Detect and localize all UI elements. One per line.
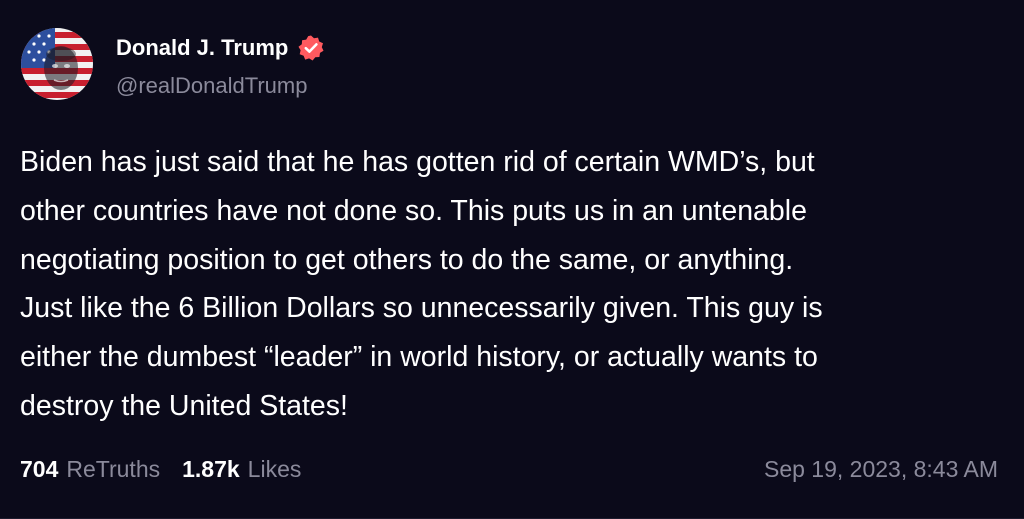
post-line: either the dumbest “leader” in world his… (20, 341, 818, 374)
post-timestamp[interactable]: Sep 19, 2023, 8:43 AM (764, 456, 998, 483)
post-line: Biden has just said that he has gotten r… (20, 146, 815, 178)
likes-label: Likes (247, 455, 302, 482)
author-handle[interactable]: @realDonaldTrump (116, 73, 307, 99)
post-body: Biden has just said that he has gotten r… (20, 138, 1010, 431)
post-footer: 704 ReTruths 1.87k Likes Sep 19, 2023, 8… (20, 453, 998, 485)
retruths-count: 704 (20, 455, 59, 482)
truth-post: Donald J. Trump @realDonaldTrump Biden h… (0, 0, 1024, 519)
author-display-name[interactable]: Donald J. Trump (116, 34, 325, 62)
likes-count: 1.87k (182, 455, 240, 482)
retruths-label: ReTruths (66, 455, 161, 482)
flag-portrait-avatar-icon (21, 28, 93, 100)
verified-badge-icon (297, 34, 325, 62)
post-line: other countries have not done so. This p… (20, 194, 807, 227)
author-display-name-text: Donald J. Trump (116, 35, 289, 60)
likes-stat[interactable]: 1.87k Likes (182, 456, 301, 483)
post-line: destroy the United States! (20, 389, 348, 422)
retruths-stat[interactable]: 704 ReTruths (20, 456, 160, 483)
post-line: Just like the 6 Billion Dollars so unnec… (20, 292, 823, 325)
post-line: negotiating position to get others to do… (20, 243, 794, 276)
author-avatar[interactable] (21, 28, 93, 100)
